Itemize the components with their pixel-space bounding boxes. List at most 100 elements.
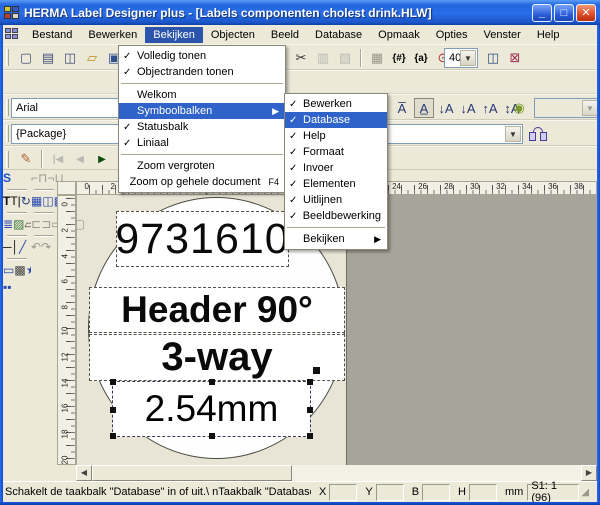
text-smallest-icon[interactable]: ↓A bbox=[458, 98, 478, 118]
toolbar-drag-handle[interactable] bbox=[6, 125, 9, 142]
text-object-code[interactable]: 9731610 bbox=[116, 211, 289, 267]
close-button[interactable]: ✕ bbox=[576, 4, 596, 22]
menu-separator bbox=[121, 154, 283, 155]
selection-handle[interactable] bbox=[209, 379, 215, 385]
text-fit-icon[interactable]: A̅ bbox=[392, 98, 412, 118]
menu-item-liniaal[interactable]: ✓Liniaal bbox=[119, 135, 285, 151]
menu-item-database[interactable]: ✓Database bbox=[285, 112, 387, 128]
coord-value-h bbox=[469, 484, 497, 501]
menu-objecten[interactable]: Objecten bbox=[203, 27, 263, 43]
menu-item-help[interactable]: ✓Help bbox=[285, 128, 387, 144]
diagonal-tool-icon[interactable]: ╱ bbox=[19, 240, 26, 254]
v-ruler-number: 12 bbox=[61, 349, 70, 361]
menu-database[interactable]: Database bbox=[307, 27, 370, 43]
menu-bewerken[interactable]: Bewerken bbox=[80, 27, 145, 43]
pattern-tool-icon[interactable]: ▩ bbox=[14, 263, 25, 277]
text-object-header[interactable]: Header 90° bbox=[89, 287, 345, 333]
select-tool-icon[interactable]: S bbox=[3, 171, 11, 185]
menu-beeld[interactable]: Beeld bbox=[263, 27, 307, 43]
selection-handle[interactable] bbox=[110, 379, 116, 385]
menu-item-invoer[interactable]: ✓Invoer bbox=[285, 160, 387, 176]
combo-arrow-icon[interactable]: ▼ bbox=[505, 126, 521, 142]
grid-small-icon[interactable]: ▦ bbox=[31, 194, 42, 208]
selection-handle[interactable] bbox=[110, 433, 116, 439]
menu-item-statusbalk[interactable]: ✓Statusbalk bbox=[119, 119, 285, 135]
selection-handle[interactable] bbox=[307, 407, 313, 413]
object-anchor-handle[interactable] bbox=[313, 367, 320, 374]
resize-grip[interactable]: ◢ bbox=[581, 487, 589, 498]
menu-item-symboolbalken[interactable]: Symboolbalken▶ bbox=[119, 103, 285, 119]
toolbar-separator bbox=[41, 150, 43, 168]
open-icon[interactable]: ▱ bbox=[82, 48, 102, 68]
menu-item-bekijken[interactable]: Bekijken▶ bbox=[285, 231, 387, 247]
toolbar-drag-handle[interactable] bbox=[6, 151, 9, 168]
document-icon[interactable] bbox=[5, 28, 20, 41]
menu-item-formaat[interactable]: ✓Formaat bbox=[285, 144, 387, 160]
scroll-right-button[interactable]: ▶ bbox=[581, 465, 597, 481]
menu-item-volledig-tonen[interactable]: ✓Volledig tonen bbox=[119, 48, 285, 64]
menu-help[interactable]: Help bbox=[529, 27, 568, 43]
menu-bekijken[interactable]: Bekijken bbox=[145, 27, 203, 43]
columns-icon[interactable]: ◫ bbox=[483, 48, 503, 68]
menu-opties[interactable]: Opties bbox=[428, 27, 476, 43]
zoom-level-combobox[interactable]: 400▼ bbox=[444, 48, 478, 68]
selection-handle[interactable] bbox=[307, 433, 313, 439]
toolbar-drag-handle[interactable] bbox=[6, 49, 9, 66]
title-bar[interactable]: HERMA Label Designer plus - [Labels comp… bbox=[0, 0, 600, 25]
menu-bestand[interactable]: Bestand bbox=[24, 27, 80, 43]
menu-item-zoom-op-gehele-document[interactable]: Zoom op gehele documentF4 bbox=[119, 174, 285, 190]
ruler-corner bbox=[57, 181, 76, 195]
grid-icon[interactable]: ▦ bbox=[367, 48, 387, 68]
menu-item-zoom-vergroten[interactable]: Zoom vergroten bbox=[119, 158, 285, 174]
close-preview-icon[interactable]: ⊠ bbox=[505, 48, 525, 68]
clock-icon[interactable]: ◉ bbox=[509, 98, 529, 118]
horizontal-scrollbar[interactable]: ◀ ▶ bbox=[76, 465, 597, 481]
hline-tool-icon[interactable]: ─ bbox=[3, 240, 12, 254]
vertical-ruler: 02468101214161820 bbox=[57, 195, 76, 465]
rotate-text-tool-icon[interactable]: ↻ bbox=[21, 194, 31, 208]
menu-item-elementen[interactable]: ✓Elementen bbox=[285, 176, 387, 192]
menu-opmaak[interactable]: Opmaak bbox=[370, 27, 428, 43]
menu-item-uitlijnen[interactable]: ✓Uitlijnen bbox=[285, 192, 387, 208]
grid-medium-icon[interactable]: ◫ bbox=[42, 194, 53, 208]
text-fixed-icon[interactable]: A̲ bbox=[414, 98, 434, 118]
selected-text-object[interactable]: 2.54mm bbox=[112, 381, 311, 437]
scrollbar-track[interactable] bbox=[292, 465, 581, 481]
small-barcode-tool-icon[interactable]: ▪▪ bbox=[3, 280, 12, 294]
maximize-button[interactable]: □ bbox=[554, 4, 574, 22]
text-cursor-tool-icon[interactable]: T| bbox=[10, 194, 20, 208]
form-fields-tool-icon[interactable]: ≣ bbox=[3, 217, 13, 231]
selection-handle[interactable] bbox=[209, 433, 215, 439]
scrollbar-thumb[interactable] bbox=[92, 465, 292, 481]
binoculars-icon[interactable] bbox=[529, 127, 547, 141]
app-icon bbox=[4, 6, 20, 20]
insert-number-field-icon[interactable]: {#} bbox=[389, 48, 409, 68]
next-record-button[interactable]: ▶ bbox=[92, 149, 112, 169]
v-ruler-number: 18 bbox=[61, 427, 70, 439]
menu-item-objectranden-tonen[interactable]: ✓Objectranden tonen bbox=[119, 64, 285, 80]
toolbar-drag-handle[interactable] bbox=[6, 99, 9, 116]
view-dropdown-menu: ✓Volledig tonen✓Objectranden tonen Welkom… bbox=[118, 45, 286, 193]
text-smaller-icon[interactable]: ↓A bbox=[436, 98, 456, 118]
selection-handle[interactable] bbox=[110, 407, 116, 413]
edit-record-icon[interactable]: ✎ bbox=[16, 149, 36, 169]
new-document-icon[interactable]: ▢ bbox=[16, 48, 36, 68]
combo-arrow-icon[interactable]: ▼ bbox=[460, 50, 476, 66]
print-preview-icon[interactable]: ▤ bbox=[38, 48, 58, 68]
menu-venster[interactable]: Venster bbox=[476, 27, 529, 43]
text-object-line2[interactable]: 3-way bbox=[89, 334, 345, 381]
minimize-button[interactable]: _ bbox=[532, 4, 552, 22]
selection-handle[interactable] bbox=[307, 379, 313, 385]
rectangle-tool-icon[interactable]: ▭ bbox=[3, 263, 14, 277]
cut-icon[interactable]: ✂ bbox=[291, 48, 311, 68]
image-tool-icon[interactable]: ▨ bbox=[13, 217, 24, 231]
unit-label: mm bbox=[505, 486, 523, 498]
menu-item-beeldbewerking[interactable]: ✓Beeldbewerking bbox=[285, 208, 387, 224]
menu-item-welkom[interactable]: Welkom bbox=[119, 87, 285, 103]
vline-tool-icon[interactable]: │ bbox=[12, 240, 20, 254]
page-numbering-icon[interactable]: ◫ bbox=[60, 48, 80, 68]
scroll-left-button[interactable]: ◀ bbox=[76, 465, 92, 481]
text-larger-icon[interactable]: ↑A bbox=[480, 98, 500, 118]
insert-text-field-icon[interactable]: {a} bbox=[411, 48, 431, 68]
menu-item-bewerken[interactable]: ✓Bewerken bbox=[285, 96, 387, 112]
